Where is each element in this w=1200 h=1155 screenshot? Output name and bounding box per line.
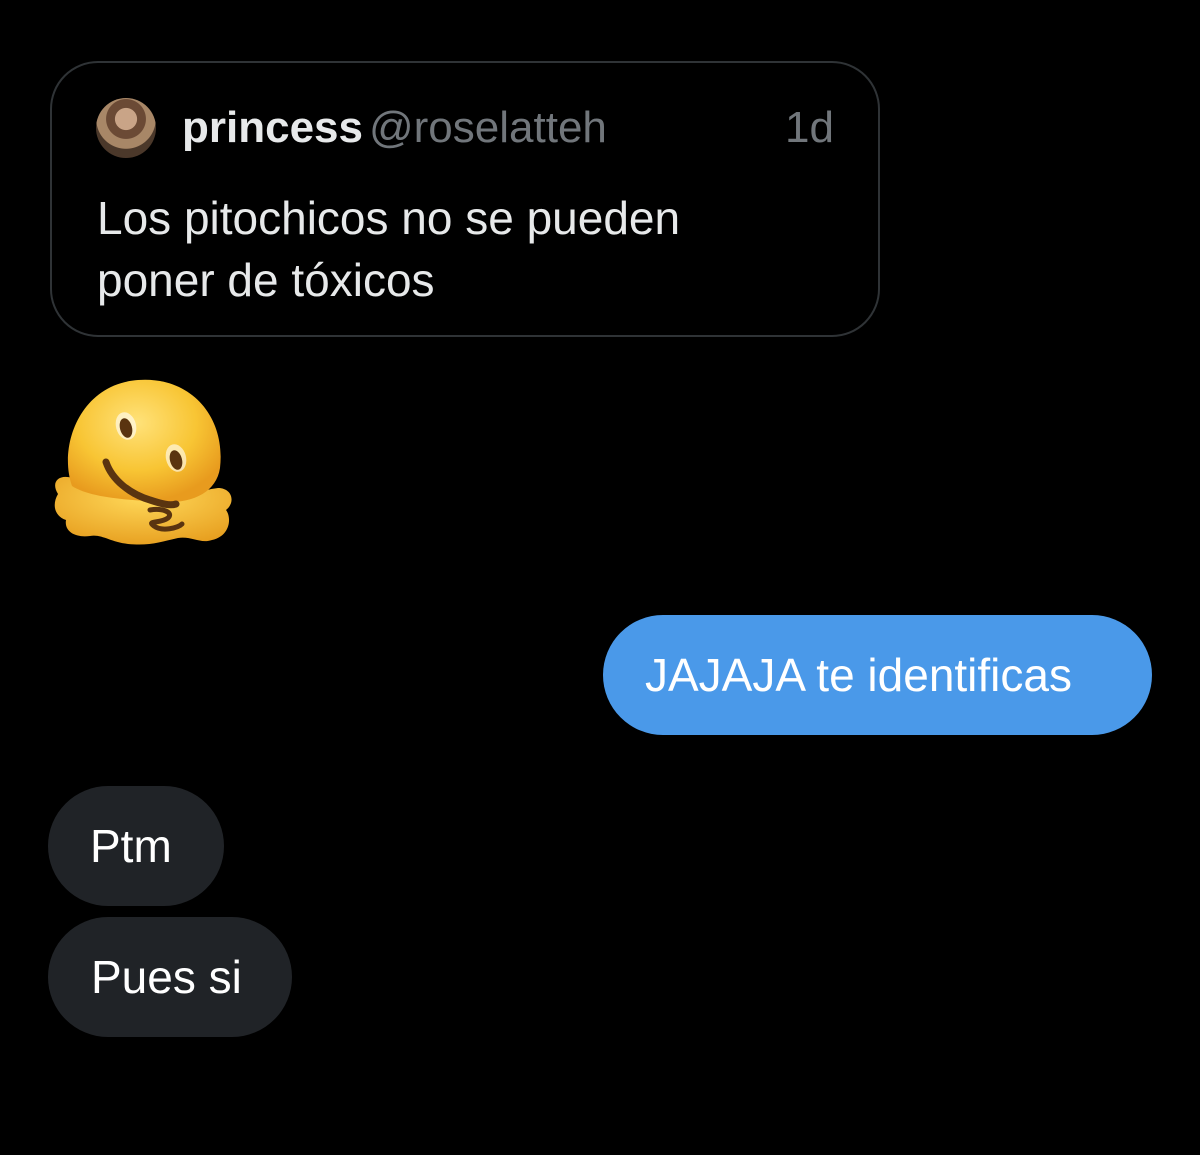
tweet-text: Los pitochicos no se pueden poner de tóx…: [97, 187, 817, 311]
message-text: Ptm: [90, 820, 172, 872]
sent-message-bubble[interactable]: JAJAJA te identificas: [603, 615, 1152, 735]
display-name[interactable]: princess: [182, 103, 363, 153]
melting-face-emoji-icon[interactable]: [50, 376, 235, 551]
message-text: JAJAJA te identificas: [645, 649, 1072, 701]
received-message-bubble[interactable]: Ptm: [48, 786, 224, 906]
message-text: Pues si: [91, 951, 242, 1003]
tweet-text-line: poner de tóxicos: [97, 254, 435, 306]
tweet-text-line: Los pitochicos no se pueden: [97, 192, 681, 244]
tweet-timestamp: 1d: [785, 103, 834, 152]
user-handle[interactable]: @roselatteh: [369, 103, 607, 153]
melting-face-icon: [54, 379, 232, 545]
avatar[interactable]: [96, 98, 156, 158]
quoted-tweet-card[interactable]: princess @roselatteh 1d Los pitochicos n…: [50, 61, 880, 337]
tweet-header: princess @roselatteh 1d: [96, 97, 834, 159]
received-message-bubble[interactable]: Pues si: [48, 917, 292, 1037]
